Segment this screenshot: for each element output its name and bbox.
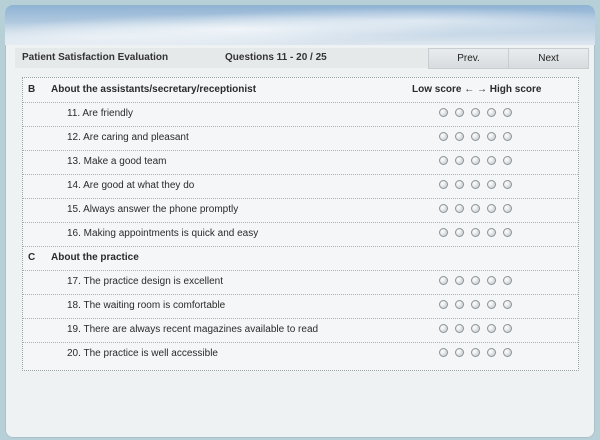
rating-radio-3[interactable] [471,204,480,213]
section-title: About the assistants/secretary/reception… [51,84,257,95]
rating-radio-5[interactable] [503,204,512,213]
rating-radio-2[interactable] [455,348,464,357]
question-text: 17. The practice design is excellent [67,276,224,287]
rating-radio-3[interactable] [471,108,480,117]
rating-radio-1[interactable] [439,180,448,189]
rating-radio-5[interactable] [503,300,512,309]
question-text: 20. The practice is well accessible [67,348,218,359]
rating-radio-3[interactable] [471,300,480,309]
question-panel: B About the assistants/secretary/recepti… [22,77,579,371]
question-row: 16. Making appointments is quick and eas… [23,222,578,247]
next-button[interactable]: Next [508,48,589,69]
question-text: 12. Are caring and pleasant [67,132,189,143]
rating-radio-5[interactable] [503,156,512,165]
survey-window: Patient Satisfaction Evaluation Question… [5,5,595,438]
rating-radio-2[interactable] [455,156,464,165]
rating-radio-1[interactable] [439,132,448,141]
question-row: 12. Are caring and pleasant [23,126,578,151]
rating-radio-4[interactable] [487,132,496,141]
question-row: 13. Make a good team [23,150,578,175]
rating-radio-1[interactable] [439,324,448,333]
rating-radio-2[interactable] [455,180,464,189]
rating-radio-4[interactable] [487,156,496,165]
rating-radio-1[interactable] [439,348,448,357]
question-text: 13. Make a good team [67,156,167,167]
question-row: 14. Are good at what they do [23,174,578,199]
rating-radio-2[interactable] [455,300,464,309]
rating-radio-4[interactable] [487,108,496,117]
rating-radio-4[interactable] [487,276,496,285]
rating-radio-4[interactable] [487,324,496,333]
rating-radio-4[interactable] [487,300,496,309]
prev-button[interactable]: Prev. [428,48,509,69]
question-row: 17. The practice design is excellent [23,270,578,295]
rating-radio-5[interactable] [503,348,512,357]
question-row: 19. There are always recent magazines av… [23,318,578,343]
section-title: About the practice [51,252,139,263]
question-text: 11. Are friendly [67,108,133,119]
question-progress: Questions 11 - 20 / 25 [225,52,327,63]
survey-title: Patient Satisfaction Evaluation [22,52,169,63]
rating-radio-4[interactable] [487,180,496,189]
rating-radio-5[interactable] [503,108,512,117]
rating-radio-5[interactable] [503,180,512,189]
question-row: 20. The practice is well accessible [23,342,578,366]
rating-radio-3[interactable] [471,276,480,285]
rating-radio-1[interactable] [439,300,448,309]
rating-radio-2[interactable] [455,276,464,285]
rating-radio-4[interactable] [487,204,496,213]
rating-radio-4[interactable] [487,348,496,357]
rating-radio-1[interactable] [439,276,448,285]
sky-banner [5,5,595,45]
rating-radio-5[interactable] [503,228,512,237]
section-letter: B [28,84,36,95]
rating-radio-1[interactable] [439,156,448,165]
question-text: 16. Making appointments is quick and eas… [67,228,259,239]
rating-radio-4[interactable] [487,228,496,237]
question-row: 11. Are friendly [23,102,578,127]
rating-radio-1[interactable] [439,204,448,213]
rating-radio-2[interactable] [455,228,464,237]
rating-radio-3[interactable] [471,324,480,333]
score-scale-label: Low score ← → High score [412,84,542,95]
rating-radio-3[interactable] [471,132,480,141]
rating-radio-1[interactable] [439,228,448,237]
rating-radio-2[interactable] [455,324,464,333]
question-text: 15. Always answer the phone promptly [67,204,239,215]
rating-radio-2[interactable] [455,132,464,141]
section-header-c: C About the practice [23,246,578,271]
rating-radio-3[interactable] [471,180,480,189]
rating-radio-5[interactable] [503,324,512,333]
rating-radio-2[interactable] [455,204,464,213]
question-row: 15. Always answer the phone promptly [23,198,578,223]
rating-radio-2[interactable] [455,108,464,117]
rating-radio-3[interactable] [471,228,480,237]
rating-radio-3[interactable] [471,156,480,165]
question-row: 18. The waiting room is comfortable [23,294,578,319]
rating-radio-5[interactable] [503,132,512,141]
top-bar: Patient Satisfaction Evaluation Question… [15,48,589,69]
question-text: 14. Are good at what they do [67,180,195,191]
section-letter: C [28,252,36,263]
question-text: 18. The waiting room is comfortable [67,300,226,311]
rating-radio-1[interactable] [439,108,448,117]
rating-radio-5[interactable] [503,276,512,285]
section-header-b: B About the assistants/secretary/recepti… [23,78,578,103]
question-text: 19. There are always recent magazines av… [67,324,319,335]
rating-radio-3[interactable] [471,348,480,357]
